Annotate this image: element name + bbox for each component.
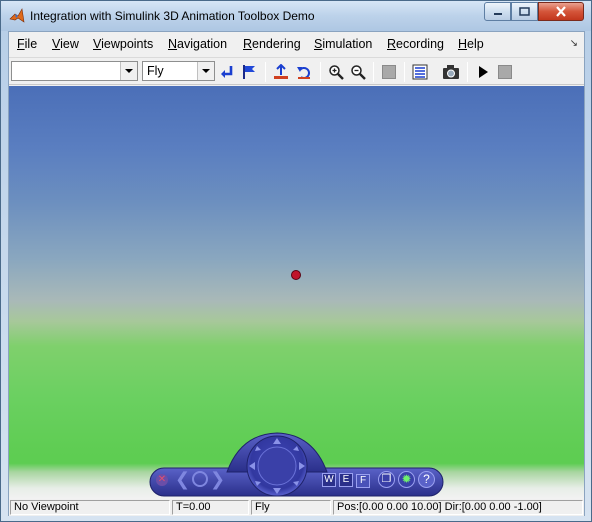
app-window: Integration with Simulink 3D Animation T…: [0, 0, 592, 522]
wireframe-toggle[interactable]: W: [322, 473, 336, 487]
minimize-icon: [493, 12, 502, 15]
step-back-icon[interactable]: ❮: [175, 469, 190, 489]
create-viewpoint-flag-icon[interactable]: [239, 62, 259, 82]
menu-bar: File View Viewpoints Navigation Renderin…: [9, 32, 584, 56]
view-copy-icon[interactable]: ❐: [378, 471, 395, 488]
dock-arrow-icon[interactable]: ↘: [570, 38, 578, 49]
maximize-icon: [519, 6, 530, 16]
menu-viewpoints[interactable]: Viewpoints: [93, 37, 153, 51]
status-bar: No Viewpoint T=0.00 Fly Pos:[0.00 0.00 1…: [9, 499, 584, 516]
stop-nav-icon[interactable]: [192, 471, 208, 487]
camera-capture-icon[interactable]: [441, 62, 461, 82]
chevron-down-icon[interactable]: [120, 62, 137, 80]
matlab-logo-icon: [9, 8, 25, 23]
navigation-mode-value: Fly: [147, 64, 164, 78]
menu-help[interactable]: Help: [458, 37, 484, 51]
close-button[interactable]: [538, 2, 584, 21]
chevron-down-icon[interactable]: [197, 62, 214, 80]
return-viewpoint-icon[interactable]: [217, 62, 237, 82]
edges-toggle[interactable]: E: [339, 473, 353, 487]
viewpoint-combo[interactable]: [11, 61, 138, 81]
status-viewpoint: No Viewpoint: [10, 500, 170, 515]
zoom-in-icon[interactable]: [326, 62, 346, 82]
minimize-button[interactable]: [484, 2, 511, 21]
virtual-world-canvas[interactable]: ✕ ❮ ❯ W E F ❐ ✹ ?: [9, 86, 584, 499]
window-title: Integration with Simulink 3D Animation T…: [30, 9, 315, 23]
menu-simulation[interactable]: Simulation: [314, 37, 372, 51]
stop-simulation-icon: [495, 62, 515, 82]
navigation-panel: [149, 432, 444, 497]
client-area: File View Viewpoints Navigation Renderin…: [8, 31, 585, 516]
close-panel-icon[interactable]: ✕: [156, 474, 168, 486]
menu-navigation[interactable]: Navigation: [168, 37, 227, 51]
status-position: Pos:[0.00 0.00 10.00] Dir:[0.00 0.00 -1.…: [333, 500, 583, 515]
headlight-toggle-icon[interactable]: ✹: [398, 471, 415, 488]
menu-rendering[interactable]: Rendering: [243, 37, 301, 51]
help-icon[interactable]: ?: [418, 471, 435, 488]
menu-recording[interactable]: Recording: [387, 37, 444, 51]
red-ball-marker: [291, 270, 301, 280]
maximize-button[interactable]: [511, 2, 538, 21]
undo-move-icon[interactable]: [294, 62, 314, 82]
close-icon: [556, 6, 566, 17]
navigation-mode-combo[interactable]: Fly: [142, 61, 215, 81]
viewer-settings-icon[interactable]: [410, 62, 430, 82]
step-forward-icon[interactable]: ❯: [210, 469, 225, 489]
status-time: T=0.00: [172, 500, 249, 515]
menu-view[interactable]: View: [52, 37, 79, 51]
headlight-disabled-icon: [379, 62, 399, 82]
zoom-out-icon[interactable]: [348, 62, 368, 82]
status-navigation-mode: Fly: [251, 500, 331, 515]
title-bar[interactable]: Integration with Simulink 3D Animation T…: [1, 1, 591, 31]
straighten-up-icon[interactable]: [271, 62, 291, 82]
faces-toggle[interactable]: F: [356, 474, 370, 488]
menu-file[interactable]: File: [17, 37, 37, 51]
play-simulation-icon[interactable]: [473, 62, 493, 82]
toolbar: Fly: [9, 57, 584, 85]
